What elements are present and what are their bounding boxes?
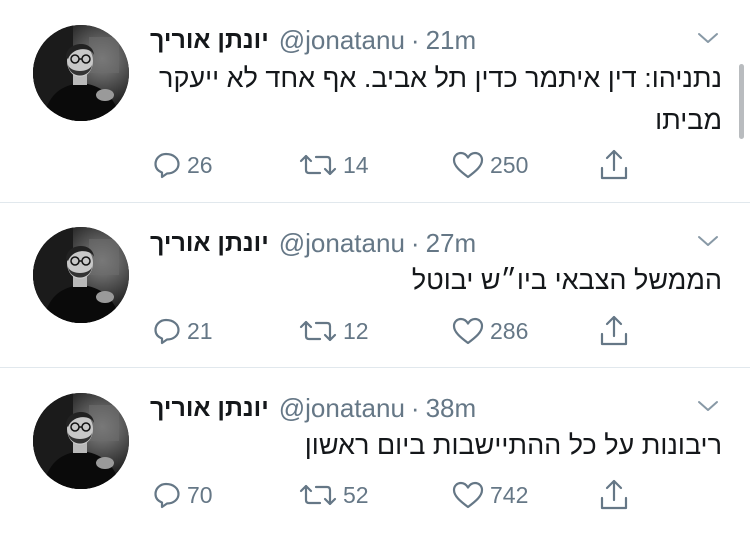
like-button[interactable]: 250 <box>451 148 528 182</box>
retweet-icon <box>299 154 337 176</box>
author-name[interactable]: יונתן אוריך <box>150 26 269 55</box>
author-handle[interactable]: @jonatanu <box>279 393 405 424</box>
reply-icon <box>154 318 180 345</box>
tweet-actions: 26 14 250 <box>0 148 750 182</box>
retweet-count: 14 <box>343 151 369 178</box>
author-handle[interactable]: @jonatanu <box>279 25 405 56</box>
tweet-text: נתניהו: דין איתמר כדין תל אביב. אף אחד ל… <box>159 63 722 135</box>
tweet-actions: 21 12 286 <box>0 314 750 348</box>
author-name[interactable]: יונתן אוריך <box>150 394 269 423</box>
avatar[interactable] <box>33 393 129 489</box>
tweet[interactable]: יונתן אוריך @jonatanu · 38m ריבונות על כ… <box>0 368 750 544</box>
reply-button[interactable]: 26 <box>152 148 213 182</box>
heart-icon <box>452 481 484 509</box>
timestamp[interactable]: 38m <box>426 393 477 424</box>
tweet[interactable]: יונתן אוריך @jonatanu · 27m הממשל הצבאי … <box>0 203 750 368</box>
chevron-down-icon[interactable] <box>696 396 720 416</box>
separator: · <box>410 24 420 55</box>
timestamp[interactable]: 27m <box>426 228 477 259</box>
separator: · <box>410 392 420 423</box>
reply-icon <box>154 152 180 179</box>
tweet-header: יונתן אוריך @jonatanu · 21m <box>150 24 476 56</box>
share-icon <box>600 479 628 510</box>
avatar[interactable] <box>33 25 129 121</box>
heart-icon <box>452 317 484 345</box>
tweet-text: ריבונות על כל ההתיישבות ביום ראשון <box>304 430 722 460</box>
tweet-header: יונתן אוריך @jonatanu · 27m <box>150 227 476 259</box>
tweet-header: יונתן אוריך @jonatanu · 38m <box>150 392 476 424</box>
chevron-down-icon[interactable] <box>696 231 720 251</box>
author-handle[interactable]: @jonatanu <box>279 228 405 259</box>
retweet-button[interactable]: 12 <box>298 314 369 348</box>
reply-icon <box>154 482 180 509</box>
share-button[interactable] <box>598 478 630 512</box>
author-name[interactable]: יונתן אוריך <box>150 229 269 258</box>
heart-icon <box>452 151 484 179</box>
tweet-actions: 70 52 742 <box>0 478 750 512</box>
like-button[interactable]: 742 <box>451 478 528 512</box>
reply-count: 21 <box>187 317 213 344</box>
reply-button[interactable]: 70 <box>152 478 213 512</box>
tweet[interactable]: יונתן אוריך @jonatanu · 21m נתניהו: דין … <box>0 0 750 203</box>
retweet-count: 52 <box>343 481 369 508</box>
like-button[interactable]: 286 <box>451 314 528 348</box>
retweet-icon <box>299 320 337 342</box>
retweet-button[interactable]: 14 <box>298 148 369 182</box>
reply-count: 26 <box>187 151 213 178</box>
share-icon <box>600 149 628 180</box>
like-count: 742 <box>490 481 529 508</box>
retweet-icon <box>299 484 337 506</box>
retweet-count: 12 <box>343 317 369 344</box>
reply-button[interactable]: 21 <box>152 314 213 348</box>
share-icon <box>600 315 628 346</box>
scrollbar[interactable] <box>739 64 744 139</box>
share-button[interactable] <box>598 148 630 182</box>
chevron-down-icon[interactable] <box>696 28 720 48</box>
tweet-text: הממשל הצבאי ביו״ש יבוטל <box>411 265 722 295</box>
share-button[interactable] <box>598 314 630 348</box>
timestamp[interactable]: 21m <box>426 25 477 56</box>
retweet-button[interactable]: 52 <box>298 478 369 512</box>
reply-count: 70 <box>187 481 213 508</box>
like-count: 286 <box>490 317 529 344</box>
avatar[interactable] <box>33 227 129 323</box>
separator: · <box>410 227 420 258</box>
like-count: 250 <box>490 151 529 178</box>
